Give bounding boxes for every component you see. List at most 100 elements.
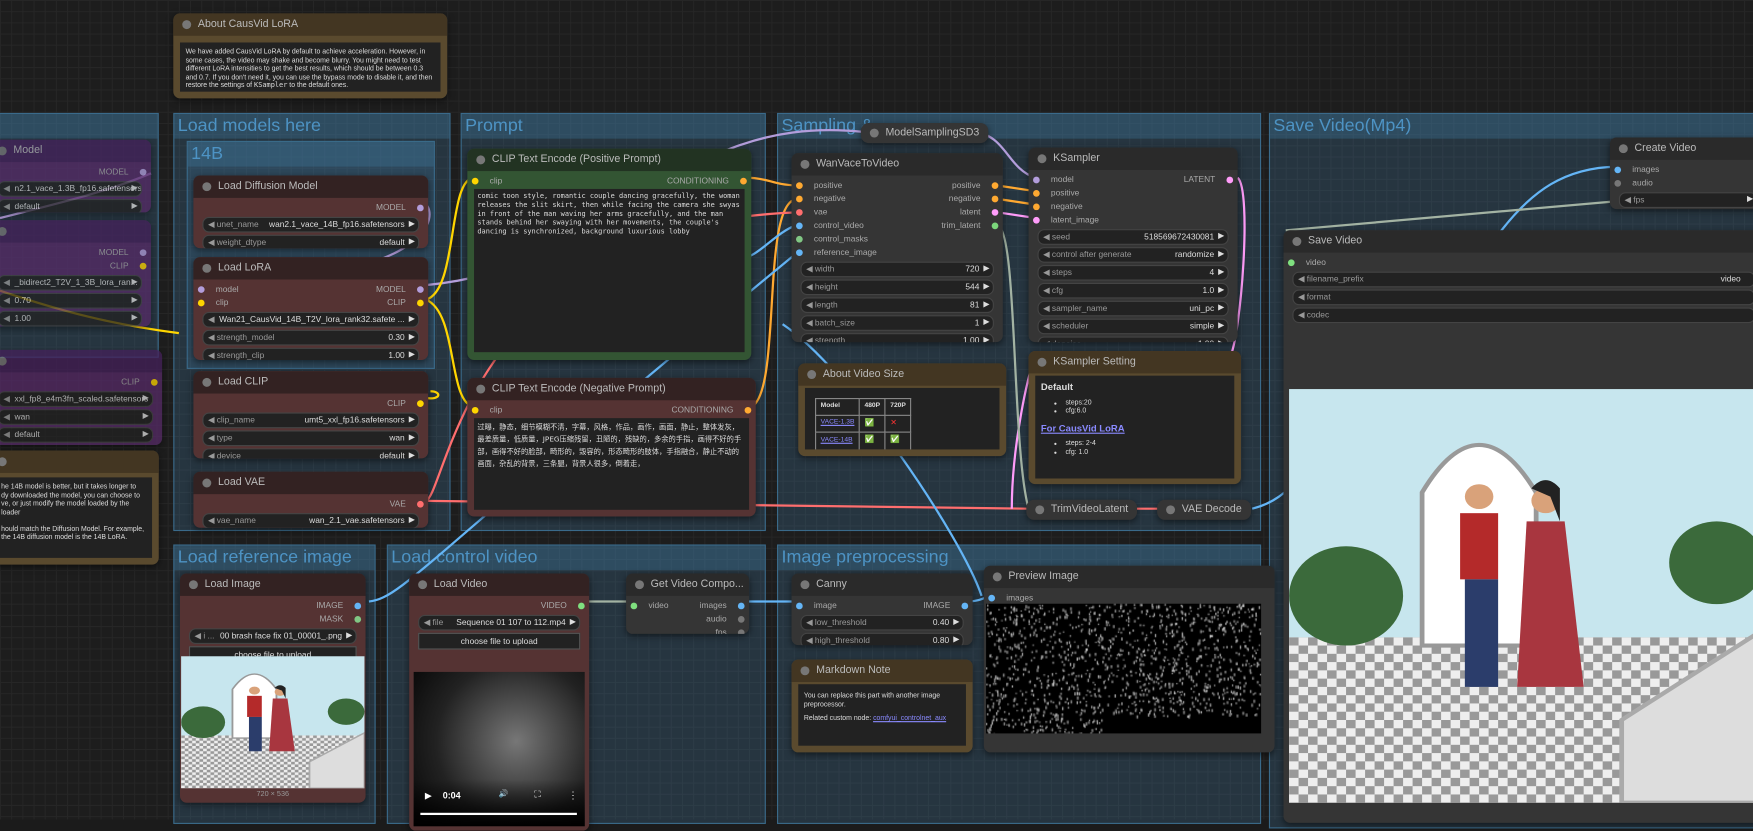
node-vae[interactable]: Load VAE VAE ◀ vae_name wan_2.1_vae.safeten… — [193, 471, 429, 528]
output-slot-vae[interactable]: VAE — [390, 498, 424, 511]
node-p_clip[interactable]: CLIP ◀ xxl_fp8_e4m3fn_scaled.safetensors ▶… — [0, 349, 163, 445]
output-slot-conditioning[interactable]: CONDITIONING — [667, 174, 747, 187]
input-slot-control-video[interactable]: control_video — [796, 219, 864, 232]
note-title[interactable]: Markdown Note — [791, 659, 973, 682]
node-title[interactable]: CLIP Text Encode (Negative Prompt) — [467, 377, 756, 401]
widget-device[interactable]: ◀ device default ▶ — [202, 448, 420, 459]
node-title[interactable]: Save Video — [1283, 230, 1753, 253]
input-slot-reference-image[interactable]: reference_image — [796, 246, 877, 259]
slot-dot[interactable] — [796, 195, 803, 203]
wire-image[interactable] — [1497, 165, 1617, 236]
node-diff[interactable]: Load Diffusion Model MODEL ◀ unet_name wan2… — [193, 175, 429, 249]
negative-prompt-textarea[interactable]: 过曝，静态，细节模糊不清，字幕，风格，作品，画作，画面，静止，整体发灰，最差质量… — [474, 418, 750, 510]
output-slot-images[interactable]: images — [700, 599, 745, 612]
slot-dot[interactable] — [1614, 180, 1622, 187]
slot-dot[interactable] — [796, 602, 803, 610]
increment-arrow-icon[interactable]: ▶ — [131, 200, 137, 212]
increment-arrow-icon[interactable]: ▶ — [409, 313, 415, 326]
increment-arrow-icon[interactable]: ▶ — [131, 294, 137, 307]
widget-strength-model[interactable]: ◀ strength_model 0.30 ▶ — [202, 329, 420, 346]
slot-dot[interactable] — [471, 177, 479, 185]
volume-icon[interactable]: 🔊 — [499, 789, 509, 798]
decrement-arrow-icon[interactable]: ◀ — [208, 332, 217, 342]
input-slot-control-masks[interactable]: control_masks — [796, 233, 868, 246]
increment-arrow-icon[interactable]: ▶ — [143, 428, 149, 441]
decrement-arrow-icon[interactable]: ◀ — [3, 183, 9, 193]
output-slot-video[interactable]: VIDEO — [541, 599, 585, 612]
node-svid[interactable]: Save Video video ◀ filename_prefix video ◀ f… — [1283, 230, 1753, 823]
slot-dot[interactable] — [796, 235, 803, 243]
input-slot-clip[interactable]: clip — [471, 174, 502, 187]
model-link[interactable]: VACE-1.3B — [821, 419, 855, 426]
decrement-arrow-icon[interactable]: ◀ — [208, 314, 214, 324]
slot-dot[interactable] — [796, 249, 803, 257]
increment-arrow-icon[interactable]: ▶ — [1218, 230, 1224, 243]
widget-height[interactable]: ◀ height 544 ▶ — [800, 279, 994, 296]
output-slot-image[interactable]: IMAGE — [923, 599, 969, 612]
node-pos[interactable]: CLIP Text Encode (Positive Prompt) clip CO… — [467, 148, 752, 360]
output-slot-fps[interactable]: fps — [716, 626, 745, 634]
input-slot-negative[interactable]: negative — [1033, 200, 1083, 213]
slot-dot[interactable] — [796, 222, 803, 230]
node-p_model[interactable]: Model MODEL ◀ n2.1_vace_1.3B_fp16.safetens… — [0, 139, 151, 213]
widget-codec[interactable]: ◀ codec — [1292, 307, 1753, 324]
output-slot-model[interactable]: MODEL — [376, 283, 424, 296]
slot-dot[interactable] — [737, 629, 745, 634]
node-p_lora[interactable]: MODEL CLIP ◀ _bidirect2_T2V_1_3B_lora_ran.… — [0, 220, 151, 327]
video-progress-bar[interactable] — [420, 812, 577, 816]
increment-arrow-icon[interactable]: ▶ — [409, 349, 415, 360]
increment-arrow-icon[interactable]: ▶ — [953, 634, 959, 645]
note-title[interactable] — [0, 450, 159, 473]
node-title[interactable] — [0, 220, 151, 243]
widget-filename-prefix[interactable]: ◀ filename_prefix video — [1292, 271, 1753, 288]
note-title[interactable]: About CausVid LoRA — [173, 13, 448, 36]
node-title[interactable]: Create Video — [1609, 137, 1753, 160]
increment-arrow-icon[interactable]: ▶ — [570, 616, 576, 629]
node-ks[interactable]: KSampler model LATENT positive negative laten… — [1028, 147, 1238, 343]
output-slot-model[interactable]: MODEL — [99, 246, 147, 259]
widget-vae-name[interactable]: ◀ vae_name wan_2.1_vae.safetensors ▶ — [202, 513, 420, 528]
decrement-arrow-icon[interactable]: ◀ — [1043, 321, 1052, 331]
slot-dot[interactable] — [578, 602, 585, 610]
node-title[interactable]: Load Video — [409, 573, 590, 596]
increment-arrow-icon[interactable]: ▶ — [143, 392, 149, 405]
input-slot-positive[interactable]: positive — [1033, 187, 1079, 200]
widget-strength[interactable]: ◀ strength 1.00 ▶ — [800, 333, 994, 343]
decrement-arrow-icon[interactable]: ◀ — [3, 201, 9, 211]
slot-dot[interactable] — [737, 602, 745, 610]
slot-dot[interactable] — [150, 379, 158, 386]
output-slot-clip[interactable]: CLIP — [121, 376, 158, 389]
table-cell[interactable]: VACE-1.3B — [815, 414, 861, 433]
note-left[interactable]: he 14B model is better, but it takes lon… — [0, 450, 159, 565]
decrement-arrow-icon[interactable]: ◀ — [806, 335, 815, 342]
video-preview[interactable]: ▶ 0:04 🔊 ⛶ ⋮ — [413, 671, 585, 827]
node-limg[interactable]: Load Image IMAGE MASK ◀ i ... 00 brash face … — [179, 573, 366, 803]
positive-prompt-textarea[interactable]: comic toon style, romantic couple dancin… — [474, 188, 745, 353]
slot-dot[interactable] — [354, 616, 362, 623]
increment-arrow-icon[interactable]: ▶ — [1218, 302, 1224, 315]
decrement-arrow-icon[interactable]: ◀ — [3, 295, 9, 305]
widget-seed[interactable]: ◀ seed 518569672430081 ▶ — [1037, 229, 1229, 245]
output-slot-mask[interactable]: MASK — [319, 613, 362, 626]
note-kset[interactable]: KSampler Setting Default steps:20cfg:6.0 Fo… — [1028, 351, 1241, 485]
note-vsize[interactable]: About Video Size Model 480P 720P VACE-1.3B ✅ ✕… — [798, 363, 1007, 457]
input-slot-positive[interactable]: positive — [796, 179, 842, 192]
widget-low-threshold[interactable]: ◀ low_threshold 0.40 ▶ — [800, 614, 964, 631]
node-title[interactable]: Load Diffusion Model — [193, 175, 429, 198]
node-prev[interactable]: Preview Image images — [983, 565, 1275, 753]
output-slot-clip[interactable]: CLIP — [387, 397, 424, 410]
decrement-arrow-icon[interactable]: ◀ — [806, 617, 815, 627]
decrement-arrow-icon[interactable]: ◀ — [1298, 292, 1307, 302]
decrement-arrow-icon[interactable]: ◀ — [208, 451, 217, 459]
output-slot-negative[interactable]: negative — [949, 192, 999, 205]
increment-arrow-icon[interactable]: ▶ — [131, 276, 137, 289]
decrement-arrow-icon[interactable]: ◀ — [806, 264, 815, 274]
note-title[interactable]: About Video Size — [798, 363, 1007, 386]
widget-value[interactable]: ◀ 0.70 ▶ — [0, 292, 142, 309]
widget-unet-name[interactable]: ◀ unet_name wan2.1_vace_14B_fp16.safetens… — [202, 216, 420, 233]
widget-weight-dtype[interactable]: ◀ weight_dtype default ▶ — [202, 234, 420, 249]
widget-type[interactable]: ◀ type wan ▶ — [202, 430, 420, 447]
decrement-arrow-icon[interactable]: ◀ — [1298, 274, 1307, 284]
decrement-arrow-icon[interactable]: ◀ — [195, 631, 204, 641]
output-slot-latent[interactable]: latent — [960, 206, 999, 219]
